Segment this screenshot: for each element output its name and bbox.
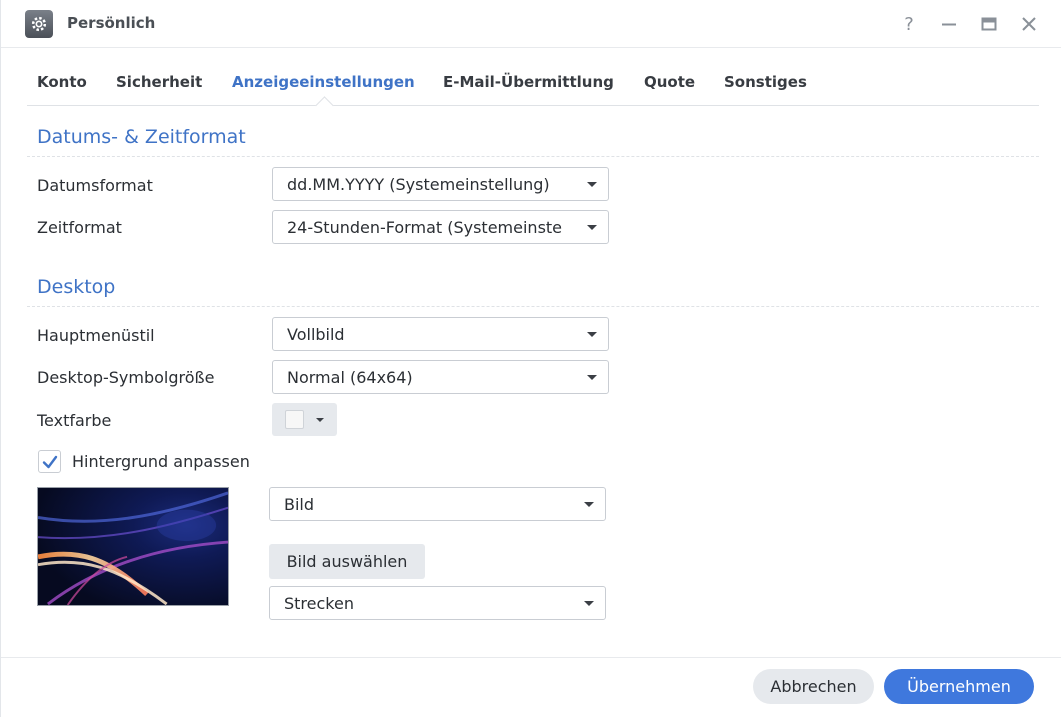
minimize-icon [942,23,956,26]
main-menu-style-select[interactable]: Vollbild [272,317,609,351]
icon-size-value: Normal (64x64) [287,368,413,387]
image-fit-value: Strecken [284,594,354,613]
maximize-icon [981,17,997,31]
tab-bar: Konto Sicherheit Anzeigeeinstellungen E-… [27,48,1039,115]
chevron-down-icon [316,418,324,422]
tab-email-uebermittlung[interactable]: E-Mail-Übermittlung [443,73,614,91]
section-divider [27,156,1039,157]
tab-konto[interactable]: Konto [37,73,87,91]
tab-quote[interactable]: Quote [644,73,695,91]
help-button[interactable]: ? [897,12,921,36]
section-title-date-time: Datums- & Zeitformat [37,126,246,148]
background-preview-image [37,487,229,606]
date-format-select[interactable]: dd.MM.YYYY (Systemeinstellung) [272,167,609,201]
active-tab-indicator [315,96,334,115]
text-color-picker[interactable] [272,403,337,436]
window-title: Persönlich [67,14,156,32]
cancel-button[interactable]: Abbrechen [753,669,874,704]
chevron-down-icon [584,601,594,606]
maximize-button[interactable] [977,12,1001,36]
custom-background-checkbox[interactable] [38,450,61,473]
title-bar: Persönlich ? [1,0,1061,48]
color-swatch [285,410,304,429]
icon-size-select[interactable]: Normal (64x64) [272,360,609,394]
background-type-select[interactable]: Bild [269,487,606,521]
tab-sonstiges[interactable]: Sonstiges [724,73,807,91]
settings-window: Persönlich ? Konto Sicherheit Anzeigeein… [0,0,1061,717]
time-format-value: 24-Stunden-Format (Systemeinste [287,218,563,237]
help-icon: ? [904,13,914,35]
icon-size-label: Desktop-Symbolgröße [37,368,215,387]
main-menu-style-value: Vollbild [287,325,345,344]
close-icon [1022,17,1036,31]
chevron-down-icon [587,375,597,380]
section-title-desktop: Desktop [37,276,116,298]
date-format-label: Datumsformat [37,176,153,195]
time-format-label: Zeitformat [37,218,122,237]
custom-background-label[interactable]: Hintergrund anpassen [72,452,250,471]
main-menu-style-label: Hauptmenüstil [37,326,155,345]
chevron-down-icon [587,332,597,337]
checkmark-icon [42,455,58,469]
close-button[interactable] [1017,12,1041,36]
minimize-button[interactable] [937,12,961,36]
choose-image-button[interactable]: Bild auswählen [269,544,425,579]
apply-button[interactable]: Übernehmen [884,669,1034,704]
chevron-down-icon [587,182,597,187]
chevron-down-icon [587,225,597,230]
tab-sicherheit[interactable]: Sicherheit [116,73,202,91]
date-format-value: dd.MM.YYYY (Systemeinstellung) [287,175,550,194]
background-type-value: Bild [284,495,315,514]
image-fit-select[interactable]: Strecken [269,586,606,620]
settings-gear-icon [25,10,53,38]
chevron-down-icon [584,502,594,507]
section-divider [27,306,1039,307]
text-color-label: Textfarbe [37,411,112,430]
tab-anzeigeeinstellungen[interactable]: Anzeigeeinstellungen [232,73,415,91]
time-format-select[interactable]: 24-Stunden-Format (Systemeinste [272,210,609,244]
